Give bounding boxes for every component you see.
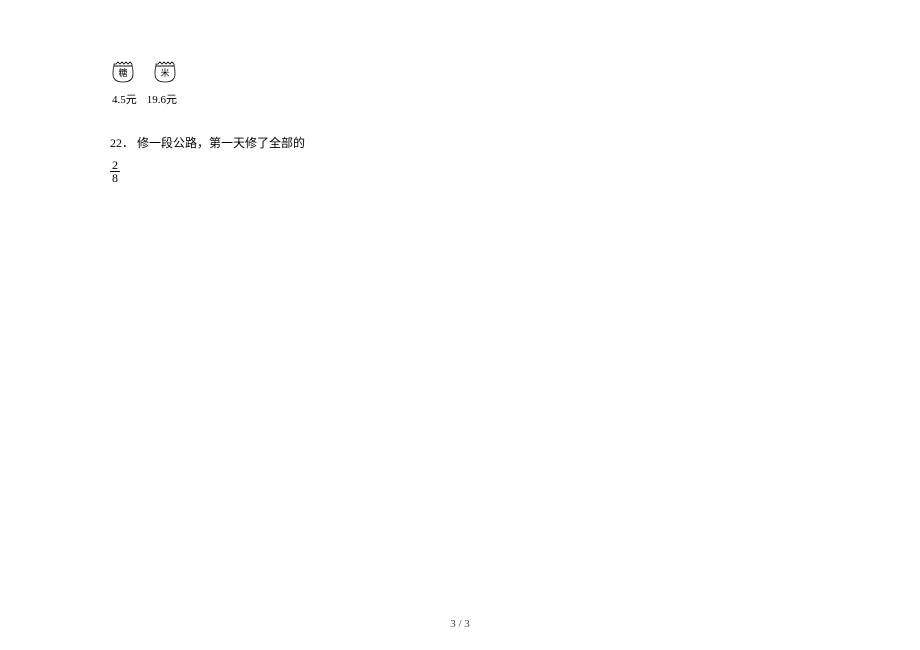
question-text: 修一段公路，第一天修了全部的 bbox=[137, 136, 305, 150]
svg-text:糖: 糖 bbox=[118, 67, 127, 78]
svg-text:米: 米 bbox=[160, 67, 169, 78]
question-22: 22． 修一段公路，第一天修了全部的 bbox=[110, 134, 810, 153]
page-number: 3 / 3 bbox=[450, 618, 470, 630]
price-rice: 19.6元 bbox=[147, 92, 177, 110]
sack-icon: 米 bbox=[152, 60, 178, 84]
fraction-denominator: 8 bbox=[110, 172, 120, 184]
prices-row: 4.5元 19.6元 bbox=[112, 92, 810, 110]
fraction-numerator: 2 bbox=[110, 159, 120, 172]
item-rice: 米 bbox=[152, 60, 178, 88]
page-footer: 3 / 3 bbox=[0, 618, 920, 630]
fraction: 2 8 bbox=[110, 159, 120, 184]
item-sugar: 糖 bbox=[110, 60, 136, 88]
document-page: 糖 米 4.5元 19.6元 22． 修一段公路，第一天修了全部的 2 8 bbox=[0, 0, 920, 184]
question-number: 22． bbox=[110, 134, 134, 153]
sack-icon: 糖 bbox=[110, 60, 136, 84]
price-sugar: 4.5元 bbox=[112, 92, 137, 110]
items-row: 糖 米 bbox=[110, 60, 810, 88]
